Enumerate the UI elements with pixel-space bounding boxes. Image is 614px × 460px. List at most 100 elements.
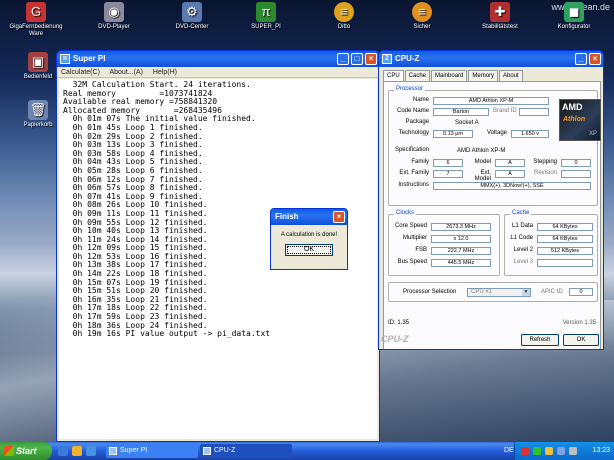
tab-cpu[interactable]: CPU	[383, 70, 404, 81]
desktop-icon[interactable]	[58, 446, 68, 456]
ok-button[interactable]: OK	[285, 244, 333, 256]
close-button[interactable]: ×	[365, 53, 377, 65]
core-speed-value: 2673.3 MHz	[431, 223, 491, 231]
chevron-down-icon: ▼	[522, 289, 530, 296]
level3-value	[537, 259, 593, 267]
minimize-button[interactable]: _	[575, 53, 587, 65]
volume-icon[interactable]	[545, 447, 553, 455]
cpuz-version: Version 1.35	[562, 320, 596, 326]
family-label: Family	[411, 159, 429, 165]
app-icon: G	[26, 2, 46, 22]
processor-selection-dropdown[interactable]: CPU #1 ▼	[467, 288, 531, 297]
fsb-label: FSB	[415, 247, 427, 253]
browser-icon[interactable]	[86, 446, 96, 456]
start-button[interactable]: Start	[0, 442, 52, 460]
desktop-icon[interactable]: ⚙ DVD-Center	[158, 2, 226, 31]
desktop-icon[interactable]: G GigaFernbedienung Ware	[2, 2, 70, 38]
menu-calculate[interactable]: Calculate(C)	[61, 69, 100, 76]
cpuz-window[interactable]: Z CPU-Z _ × CPU Cache Mainboard Memory A…	[378, 50, 604, 350]
close-button[interactable]: ×	[589, 53, 601, 65]
menu-about[interactable]: About...(A)	[109, 69, 142, 76]
core-speed-label: Core Speed	[394, 223, 427, 229]
l1-data-value: 64 KBytes	[537, 223, 593, 231]
document-icon: ≡	[412, 2, 432, 22]
security-icon[interactable]	[521, 447, 529, 455]
processor-selection-label: Processor Selection	[403, 289, 457, 295]
language-indicator[interactable]: DE	[504, 442, 514, 460]
technology-value: 0.13 µm	[433, 130, 473, 138]
instructions-label: Instructions	[398, 182, 429, 188]
superpi-title: Super PI	[73, 54, 106, 63]
desktop-icon[interactable]: ≡ Ditto	[310, 2, 378, 31]
codename-value: Barton	[433, 108, 489, 116]
clock: 13:23	[592, 447, 610, 454]
model-value: A	[495, 159, 525, 167]
folder-icon[interactable]	[72, 446, 82, 456]
clocks-group: Clocks Core Speed 2673.3 MHz Multiplier …	[388, 210, 500, 276]
refresh-button[interactable]: Refresh	[521, 334, 559, 346]
superpi-titlebar[interactable]: π Super PI _ □ ×	[57, 51, 379, 67]
ext-model-value: A	[495, 170, 525, 178]
monitor-icon[interactable]	[557, 447, 565, 455]
bus-speed-value: 445.5 MHz	[431, 259, 491, 267]
ext-family-label: Ext. Family	[399, 170, 429, 176]
desktop-icon[interactable]: ◼ Konfigurator	[540, 2, 608, 31]
amd-athlon-logo-icon: AMD Athlon XP	[559, 99, 601, 141]
voltage-value: 1.650 v	[511, 130, 549, 138]
pi-icon	[109, 447, 117, 455]
model-label: Model	[474, 159, 491, 165]
cpuz-brand-logo: CPU-Z	[381, 334, 409, 344]
cpuz-title: CPU-Z	[395, 54, 420, 63]
desktop-icon[interactable]: π SUPER_PI	[232, 2, 300, 31]
recycle-bin-icon: 🗑	[28, 100, 48, 120]
cpu-icon: Z	[382, 54, 392, 64]
desktop-icon[interactable]: ◉ DVD-Player	[80, 2, 148, 31]
ext-model-label: Ext. Model	[474, 170, 491, 182]
disc-icon: ◉	[104, 2, 124, 22]
desktop-icon[interactable]: ✚ Stabilitätstest	[466, 2, 534, 31]
document-icon: ≡	[334, 2, 354, 22]
level2-value: 512 KBytes	[537, 247, 593, 255]
cpu-tab-panel: Processor Name AMD Athlon XP-M Code Name…	[383, 81, 601, 349]
revision-value	[561, 170, 591, 178]
cache-group: Cache L1 Data 64 KBytes L1 Code 64 KByte…	[504, 210, 598, 276]
name-label: Name	[412, 97, 429, 103]
maximize-button[interactable]: □	[351, 53, 363, 65]
cpuz-id: ID: 1.35	[388, 320, 410, 326]
cpuz-tabs: CPU Cache Mainboard Memory About	[383, 70, 524, 81]
superpi-menubar: Calculate(C) About...(A) Help(H)	[57, 67, 379, 78]
tab-mainboard[interactable]: Mainboard	[431, 70, 468, 81]
bus-speed-label: Bus Speed	[397, 259, 427, 265]
tab-cache[interactable]: Cache	[404, 70, 431, 81]
tab-memory[interactable]: Memory	[468, 70, 499, 81]
apic-id-label: APIC ID	[541, 289, 563, 295]
close-button[interactable]: ×	[333, 211, 345, 223]
network-icon[interactable]	[533, 447, 541, 455]
menu-help[interactable]: Help(H)	[153, 69, 177, 76]
system-tray: 13:23	[514, 442, 614, 460]
level3-label: Level 3	[513, 259, 533, 265]
usb-icon[interactable]	[569, 447, 577, 455]
stepping-label: Stepping	[533, 159, 557, 165]
finish-message: A calculation is done!	[280, 232, 338, 238]
ok-button[interactable]: OK	[563, 334, 599, 346]
finish-titlebar[interactable]: Finish ×	[271, 209, 347, 225]
l1-data-label: L1 Data	[511, 223, 533, 229]
tab-about[interactable]: About	[499, 70, 523, 81]
desktop-icon[interactable]: ≡ Sicher	[388, 2, 456, 31]
specification-label: Specification	[394, 147, 429, 153]
cpuz-titlebar[interactable]: Z CPU-Z _ ×	[379, 51, 603, 67]
fsb-value: 222.7 MHz	[431, 247, 491, 255]
finish-dialog[interactable]: Finish × A calculation is done! OK	[270, 208, 348, 270]
minimize-button[interactable]: _	[337, 53, 349, 65]
pi-icon: π	[60, 54, 70, 64]
taskbar-item-cpuz[interactable]: CPU-Z	[200, 444, 292, 458]
output-line: 0h 19m 16s PI value output -> pi_data.tx…	[63, 329, 271, 339]
taskbar-item-superpi[interactable]: Super PI	[106, 444, 198, 458]
finish-title: Finish	[275, 212, 299, 221]
multiplier-label: Multiplier	[402, 235, 427, 241]
apic-id-value: 0	[569, 288, 593, 296]
brandid-label: Brand ID	[493, 108, 517, 114]
windows-logo-icon	[4, 446, 14, 456]
multiplier-value: x 12.0	[431, 235, 491, 243]
